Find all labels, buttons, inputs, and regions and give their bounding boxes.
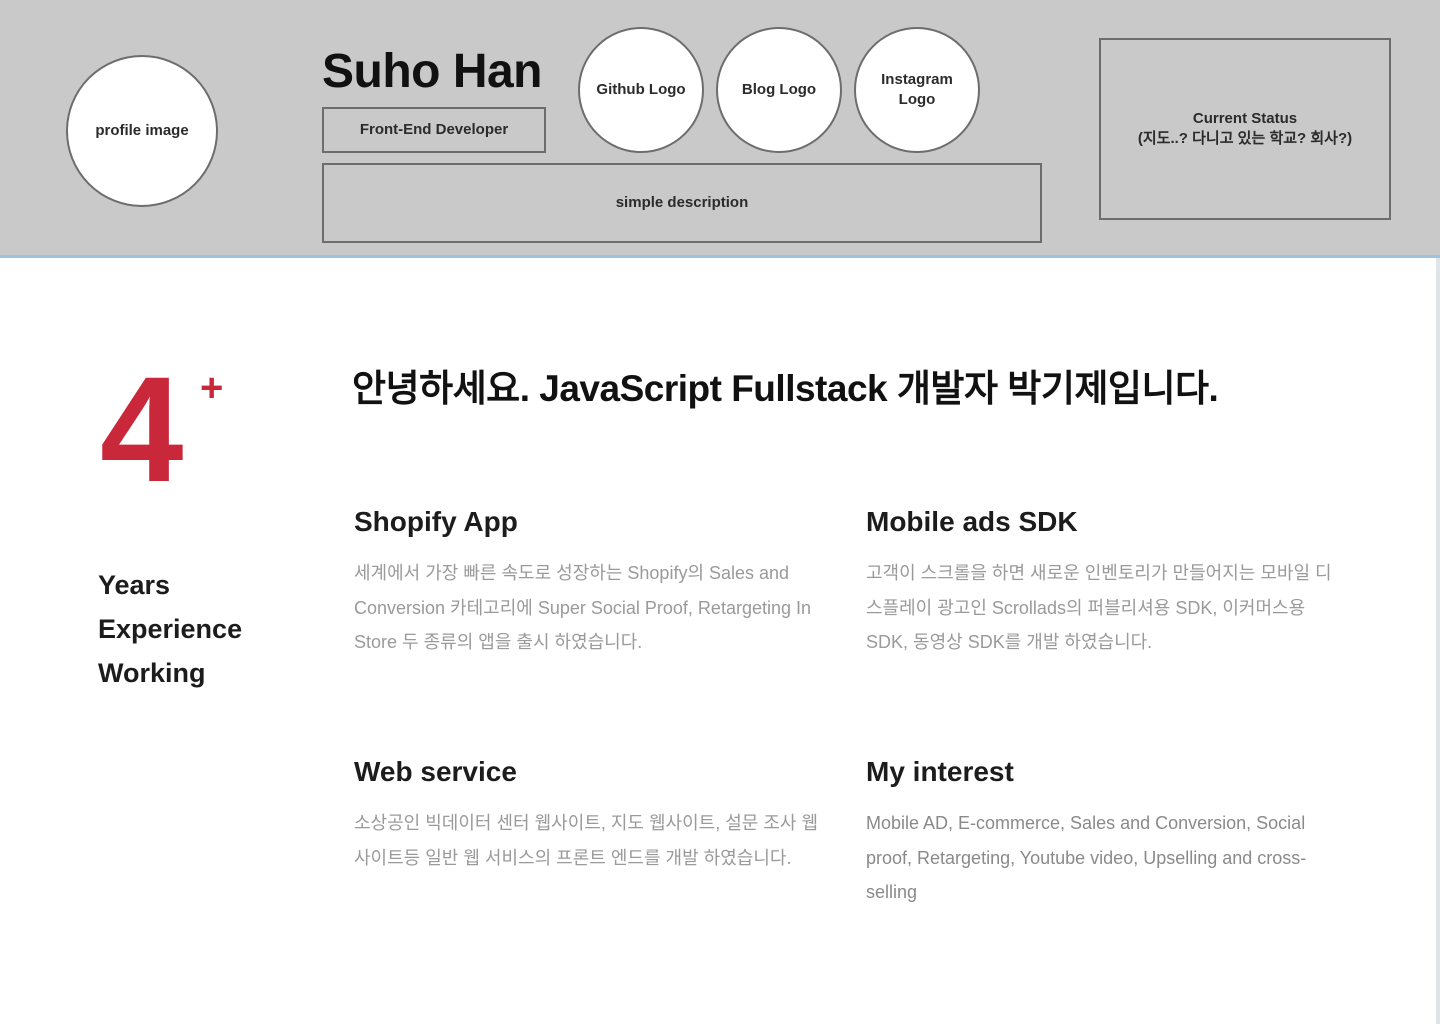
- profile-image-label: profile image: [95, 121, 189, 139]
- card-title: Web service: [354, 756, 517, 787]
- current-status-title: Current Status: [1192, 109, 1298, 127]
- current-status-subtitle: (지도..? 다니고 있는 학교? 회사?): [1137, 130, 1353, 147]
- years-plus-sign: +: [200, 366, 224, 410]
- card-body: 소상공인 빅데이터 센터 웹사이트, 지도 웹사이트, 설문 조사 웹사이트등 …: [354, 813, 819, 868]
- years-experience-label: Years Experience Working: [98, 563, 242, 695]
- instagram-logo-label: Instagram Logo: [881, 70, 953, 111]
- card-title: Shopify App: [354, 506, 518, 537]
- blog-logo-link[interactable]: Blog Logo: [716, 27, 842, 153]
- current-status-label: Current Status (지도..? 다니고 있는 학교? 회사?): [1138, 109, 1352, 150]
- blog-logo-label: Blog Logo: [741, 80, 817, 98]
- github-logo-link[interactable]: Github Logo: [578, 27, 704, 153]
- card-body: 세계에서 가장 빠른 속도로 성장하는 Shopify의 Sales and C…: [354, 563, 812, 652]
- card-title: My interest: [866, 756, 1014, 787]
- years-label-line2: Experience: [98, 614, 243, 644]
- card-title: Mobile ads SDK: [866, 506, 1078, 537]
- profile-name: Suho Han: [322, 45, 543, 98]
- years-label-line3: Working: [98, 658, 206, 688]
- profile-header: profile image Suho Han Front-End Develop…: [0, 0, 1440, 258]
- intro-headline: 안녕하세요. JavaScript Fullstack 개발자 박기제입니다.: [352, 368, 1219, 409]
- simple-description-label: simple description: [615, 193, 749, 211]
- profile-image-placeholder: profile image: [66, 55, 218, 207]
- card-mobile-ads-sdk: Mobile ads SDK 고객이 스크롤을 하면 새로운 인벤토리가 만들어…: [866, 506, 1336, 660]
- years-count: 4: [100, 345, 184, 513]
- current-status-box: Current Status (지도..? 다니고 있는 학교? 회사?): [1099, 38, 1391, 220]
- card-body: 고객이 스크롤을 하면 새로운 인벤토리가 만들어지는 모바일 디스플레이 광고…: [866, 563, 1332, 652]
- card-web-service: Web service 소상공인 빅데이터 센터 웹사이트, 지도 웹사이트, …: [354, 756, 824, 875]
- simple-description-box: simple description: [322, 163, 1042, 243]
- github-logo-label: Github Logo: [596, 80, 686, 98]
- about-section: 4 + Years Experience Working 안녕하세요. Java…: [0, 258, 1436, 1024]
- instagram-logo-label-line2: Logo: [898, 91, 936, 108]
- instagram-logo-link[interactable]: Instagram Logo: [854, 27, 980, 153]
- card-shopify-app: Shopify App 세계에서 가장 빠른 속도로 성장하는 Shopify의…: [354, 506, 824, 660]
- instagram-logo-label-line1: Instagram: [881, 70, 953, 88]
- role-label: Front-End Developer: [359, 120, 509, 138]
- years-label-line1: Years: [98, 570, 171, 600]
- card-my-interest: My interest Mobile AD, E-commerce, Sales…: [866, 756, 1336, 910]
- role-box: Front-End Developer: [322, 107, 546, 153]
- card-body: Mobile AD, E-commerce, Sales and Convers…: [866, 813, 1307, 902]
